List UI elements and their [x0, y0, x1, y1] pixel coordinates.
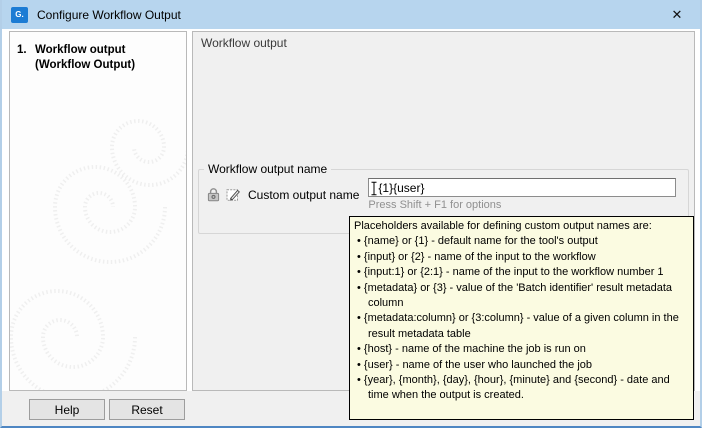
panel-title: Workflow output — [201, 36, 287, 50]
lock-icon[interactable] — [207, 187, 220, 202]
help-button[interactable]: Help — [29, 399, 105, 420]
group-legend: Workflow output name — [204, 162, 331, 176]
app-icon: G. — [11, 7, 28, 23]
custom-output-name-field: {1}{user} Press Shift + F1 for options — [368, 178, 676, 211]
tooltip-item: {metadata:column} or {3:column} - value … — [357, 311, 689, 342]
tooltip-intro: Placeholders available for defining cust… — [354, 219, 689, 234]
edit-icon[interactable] — [226, 187, 241, 202]
tooltip-item: {host} - name of the machine the job is … — [357, 342, 689, 357]
wizard-steps-panel: 0110100110101001011010 010110101001101 1… — [9, 31, 187, 391]
dialog-window: G. Configure Workflow Output ✕ 011010011… — [0, 0, 702, 428]
close-button[interactable]: ✕ — [654, 0, 700, 29]
tooltip-item: {year}, {month}, {day}, {hour}, {minute}… — [357, 373, 689, 404]
field-hint: Press Shift + F1 for options — [368, 199, 676, 211]
titlebar[interactable]: G. Configure Workflow Output ✕ — [2, 0, 700, 29]
custom-output-name-input[interactable]: {1}{user} — [368, 178, 676, 197]
custom-output-name-row: Custom output name {1}{user} Press Shift… — [199, 176, 688, 211]
wizard-step-1[interactable]: 1. Workflow output (Workflow Output) — [10, 32, 186, 73]
tooltip-item: {input:1} or {2:1} - name of the input t… — [357, 265, 689, 280]
text-cursor-icon — [370, 181, 378, 199]
input-value: {1}{user} — [378, 181, 424, 195]
window-title: Configure Workflow Output — [37, 8, 181, 22]
custom-output-name-label: Custom output name — [248, 188, 359, 202]
tooltip-item: {user} - name of the user who launched t… — [357, 358, 689, 373]
placeholders-tooltip: Placeholders available for defining cust… — [349, 216, 694, 420]
watermark-spirals: 0110100110101001011010 010110101001101 — [10, 32, 187, 391]
tooltip-item: {metadata} or {3} - value of the 'Batch … — [357, 281, 689, 312]
tooltip-list: {name} or {1} - default name for the too… — [354, 234, 689, 403]
step-label: Workflow output (Workflow Output) — [35, 43, 180, 73]
reset-button[interactable]: Reset — [109, 399, 185, 420]
tooltip-item: {input} or {2} - name of the input to th… — [357, 250, 689, 265]
tooltip-item: {name} or {1} - default name for the too… — [357, 234, 689, 249]
step-number: 1. — [17, 43, 30, 73]
